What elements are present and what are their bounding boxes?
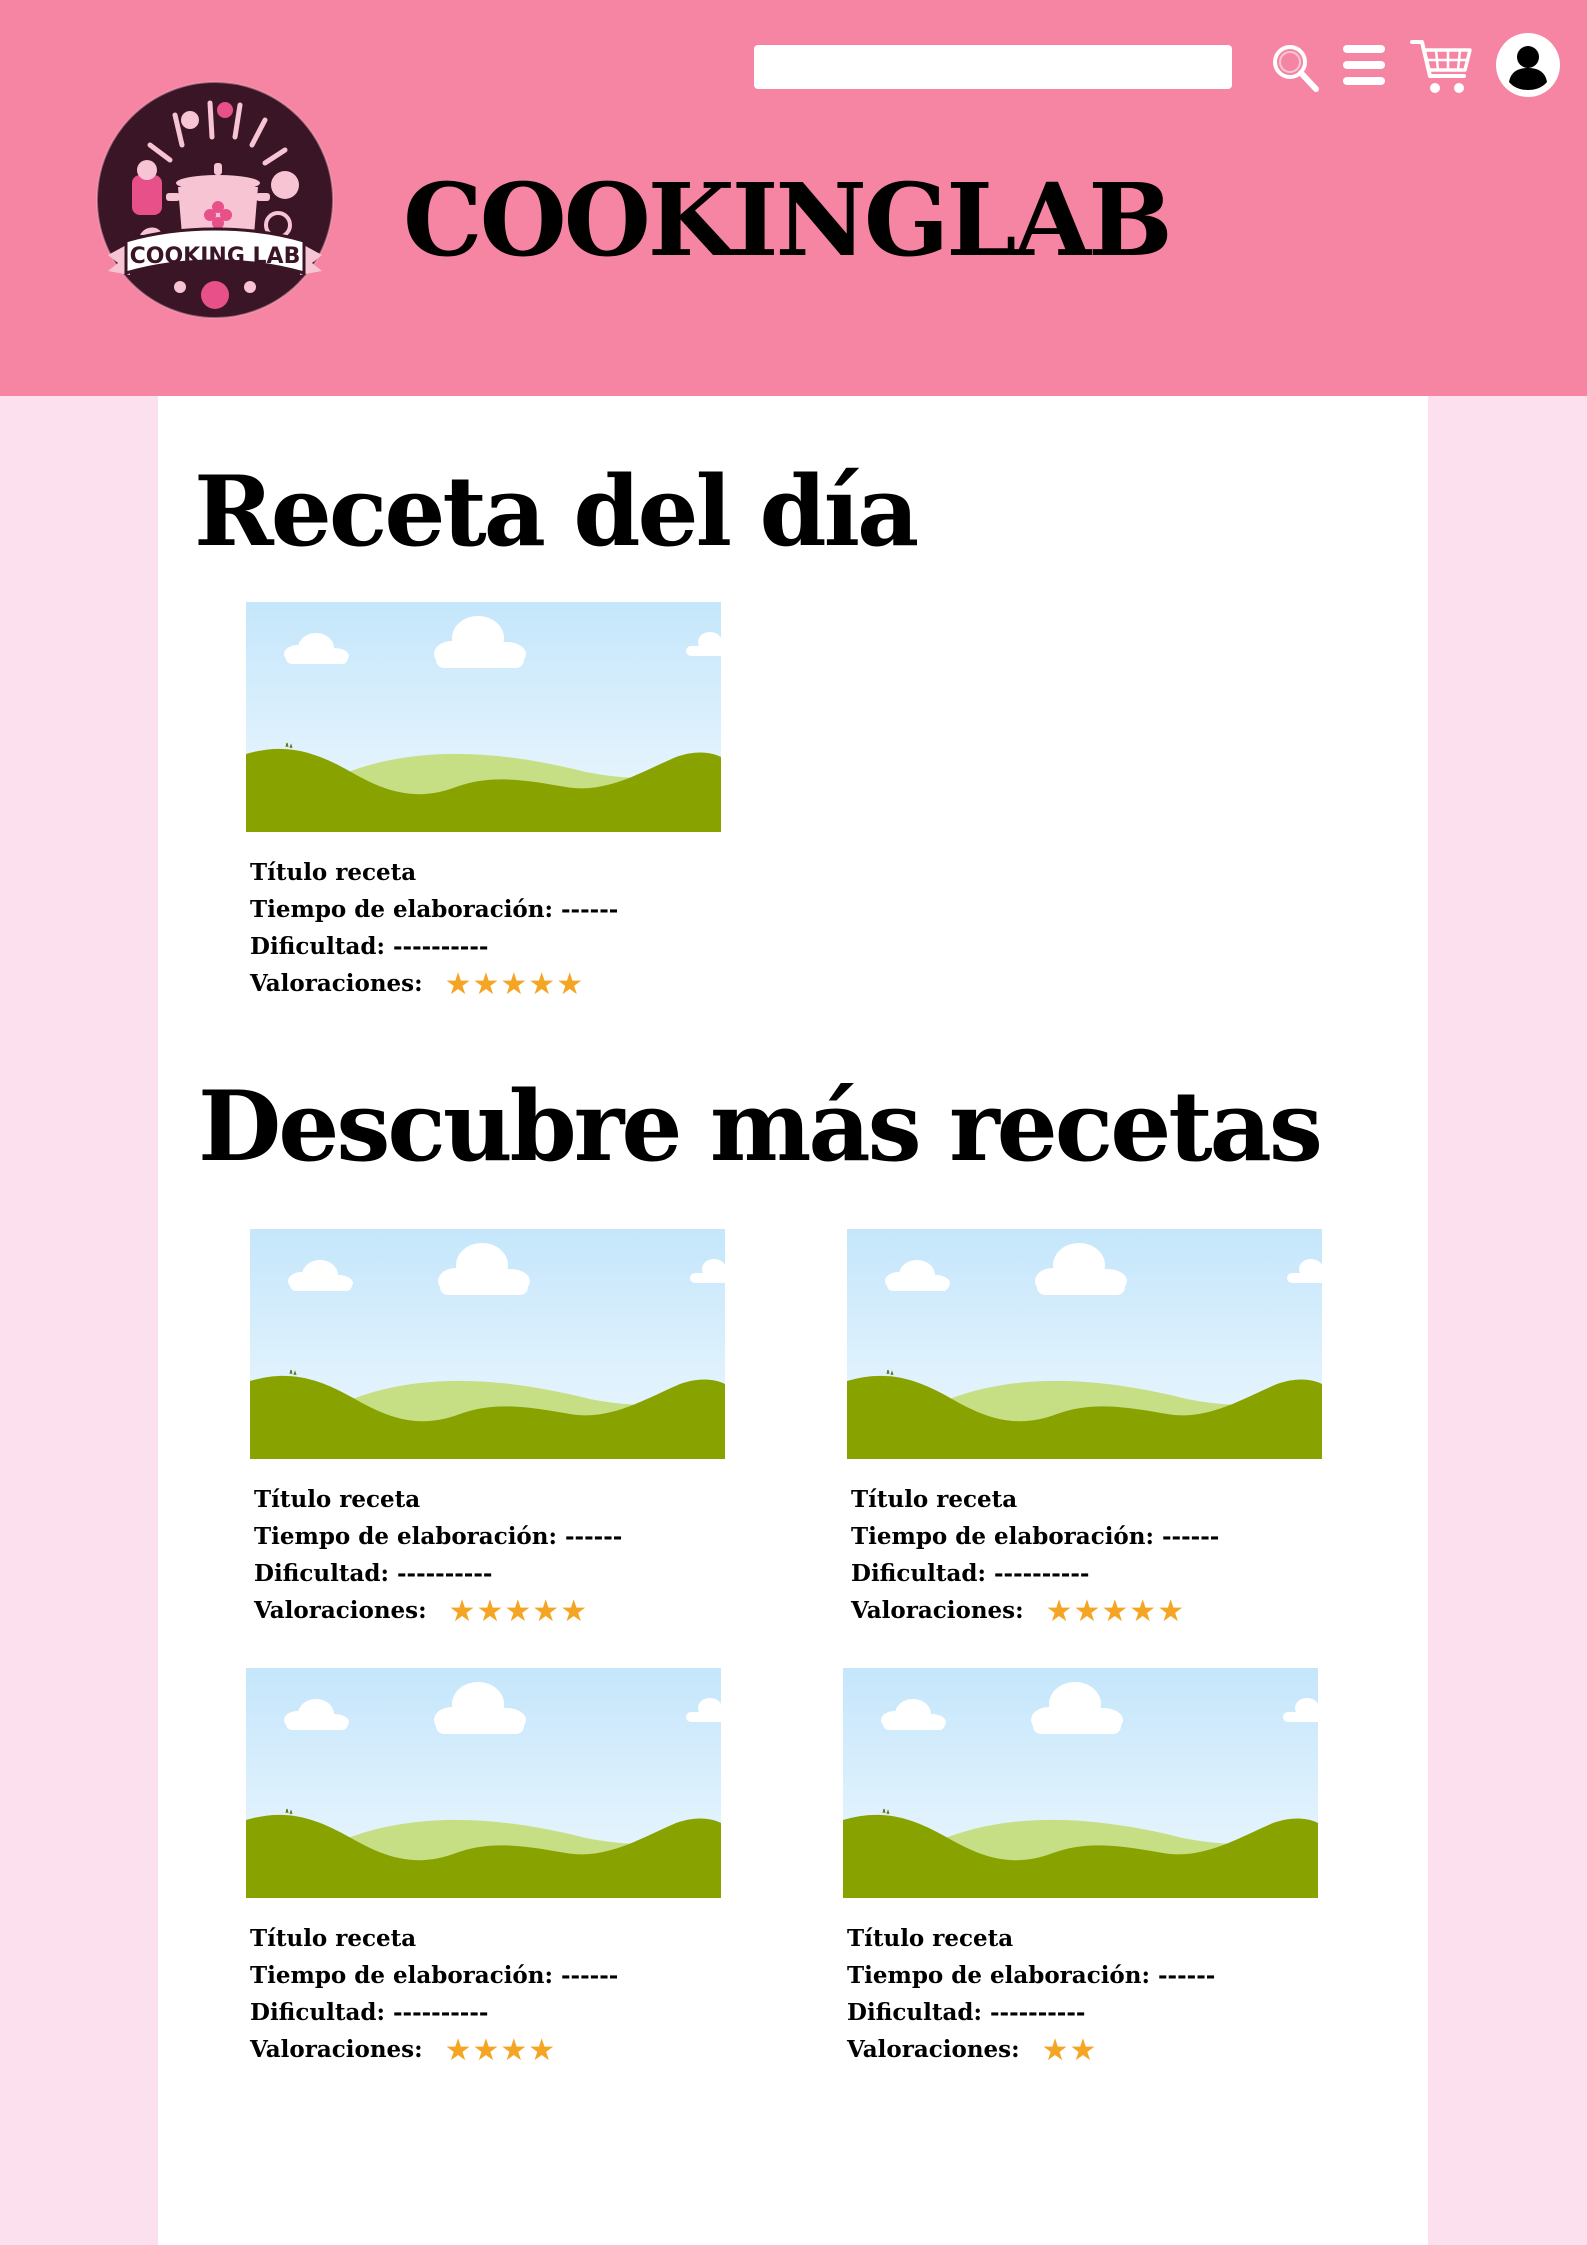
recipe-image[interactable] — [843, 1668, 1318, 1898]
recipe-time-label: Tiempo de elaboración: — [254, 1523, 557, 1550]
logo-text: COOKING LAB — [130, 244, 301, 269]
recipe-time-value: ------ — [561, 896, 619, 923]
recipe-rating: Valoraciones: ★★★★★ — [250, 965, 721, 1002]
cart-icon[interactable] — [1410, 36, 1472, 98]
recipe-difficulty-label: Dificultad: — [254, 1560, 389, 1587]
recipe-info: Título receta Tiempo de elaboración: ---… — [847, 1481, 1322, 1629]
recipe-difficulty-label: Dificultad: — [847, 1999, 982, 2026]
recipe-difficulty-value: ---------- — [392, 933, 489, 960]
recipe-difficulty: Dificultad: ---------- — [847, 1994, 1318, 2031]
recipe-difficulty: Dificultad: ---------- — [254, 1555, 725, 1592]
recipe-time-label: Tiempo de elaboración: — [851, 1523, 1154, 1550]
recipe-time-value: ------ — [1158, 1962, 1216, 1989]
star-rating-icon: ★★★★★ — [444, 967, 585, 1002]
star-rating-icon: ★★★★★ — [448, 1594, 589, 1629]
recipe-time-label: Tiempo de elaboración: — [250, 896, 553, 923]
recipe-info: Título receta Tiempo de elaboración: ---… — [246, 1920, 721, 2068]
recipe-time: Tiempo de elaboración: ------ — [250, 891, 721, 928]
recipe-rating: Valoraciones: ★★★★ — [250, 2031, 721, 2068]
recipe-difficulty-label: Dificultad: — [250, 1999, 385, 2026]
recipe-time-value: ------ — [1162, 1523, 1220, 1550]
cooking-lab-logo[interactable]: COOKING LAB — [90, 75, 340, 325]
site-title[interactable]: COOKINGLAB — [403, 170, 1173, 270]
recipe-difficulty-value: ---------- — [392, 1999, 489, 2026]
recipe-image[interactable] — [847, 1229, 1322, 1459]
recipe-rating-label: Valoraciones: — [847, 2036, 1020, 2063]
recipe-rating-label: Valoraciones: — [250, 970, 423, 997]
star-rating-icon: ★★★★ — [444, 2033, 557, 2068]
menu-icon[interactable] — [1343, 44, 1385, 86]
featured-recipe-card[interactable]: Título receta Tiempo de elaboración: ---… — [246, 602, 721, 1002]
recipe-time-value: ------ — [565, 1523, 623, 1550]
recipe-time-value: ------ — [561, 1962, 619, 1989]
recipe-title[interactable]: Título receta — [851, 1481, 1322, 1518]
recipe-card[interactable]: Título receta Tiempo de elaboración: ---… — [843, 1668, 1318, 2068]
recipe-rating: Valoraciones: ★★★★★ — [254, 1592, 725, 1629]
recipe-time-label: Tiempo de elaboración: — [250, 1962, 553, 1989]
recipe-info: Título receta Tiempo de elaboración: ---… — [246, 854, 721, 1002]
recipe-rating: Valoraciones: ★★ — [847, 2031, 1318, 2068]
recipe-image[interactable] — [250, 1229, 725, 1459]
recipe-difficulty-value: ---------- — [396, 1560, 493, 1587]
recipe-time: Tiempo de elaboración: ------ — [847, 1957, 1318, 1994]
recipe-time: Tiempo de elaboración: ------ — [254, 1518, 725, 1555]
recipe-time: Tiempo de elaboración: ------ — [851, 1518, 1322, 1555]
recipe-title[interactable]: Título receta — [254, 1481, 725, 1518]
star-rating-icon: ★★★★★ — [1045, 1594, 1186, 1629]
recipe-difficulty-value: ---------- — [993, 1560, 1090, 1587]
user-icon[interactable] — [1495, 32, 1561, 98]
recipe-time-label: Tiempo de elaboración: — [847, 1962, 1150, 1989]
recipe-title[interactable]: Título receta — [847, 1920, 1318, 1957]
main-content: Receta del día Título receta Tiempo de e… — [158, 396, 1428, 2245]
featured-heading: Receta del día — [194, 455, 919, 568]
recipe-card[interactable]: Título receta Tiempo de elaboración: ---… — [246, 1668, 721, 2068]
recipe-rating-label: Valoraciones: — [851, 1597, 1024, 1624]
recipe-image[interactable] — [246, 602, 721, 832]
recipe-rating-label: Valoraciones: — [254, 1597, 427, 1624]
recipe-difficulty: Dificultad: ---------- — [851, 1555, 1322, 1592]
discover-heading: Descubre más recetas — [198, 1070, 1323, 1183]
recipe-card[interactable]: Título receta Tiempo de elaboración: ---… — [847, 1229, 1322, 1629]
recipe-difficulty-value: ---------- — [989, 1999, 1086, 2026]
recipe-rating: Valoraciones: ★★★★★ — [851, 1592, 1322, 1629]
recipe-difficulty-label: Dificultad: — [250, 933, 385, 960]
recipe-info: Título receta Tiempo de elaboración: ---… — [250, 1481, 725, 1629]
recipe-image[interactable] — [246, 1668, 721, 1898]
search-icon[interactable] — [1270, 42, 1320, 94]
recipe-difficulty: Dificultad: ---------- — [250, 928, 721, 965]
recipe-card[interactable]: Título receta Tiempo de elaboración: ---… — [250, 1229, 725, 1629]
site-header: COOKING LAB COOKINGLAB — [0, 0, 1587, 396]
recipe-title[interactable]: Título receta — [250, 854, 721, 891]
star-rating-icon: ★★ — [1041, 2033, 1098, 2068]
search-input[interactable] — [754, 45, 1232, 89]
recipe-difficulty-label: Dificultad: — [851, 1560, 986, 1587]
recipe-time: Tiempo de elaboración: ------ — [250, 1957, 721, 1994]
recipe-difficulty: Dificultad: ---------- — [250, 1994, 721, 2031]
recipe-info: Título receta Tiempo de elaboración: ---… — [843, 1920, 1318, 2068]
recipe-rating-label: Valoraciones: — [250, 2036, 423, 2063]
recipe-title[interactable]: Título receta — [250, 1920, 721, 1957]
